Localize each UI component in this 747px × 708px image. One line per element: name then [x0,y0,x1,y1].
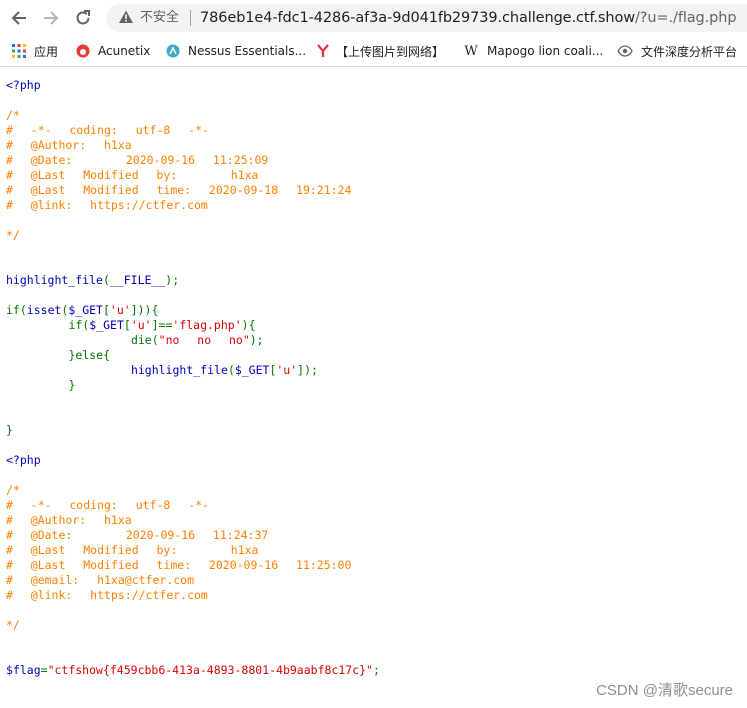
code-comment: # @Author: h1xa [6,138,132,152]
bookmark-label: 文件深度分析平台 [641,44,738,59]
code-function: highlight_file [130,363,228,377]
reload-button[interactable] [73,8,93,28]
bookmark-label: Nessus Essentials... [188,44,307,58]
wikipedia-w-icon: W [464,43,478,59]
code-string: 'u' [276,363,298,377]
code-constant: __FILE__ [109,273,166,287]
code-keyword: die [130,333,152,347]
code-comment: # @Last Modified by: h1xa [6,168,259,182]
code-comment: # -*- coding: utf-8 -*- [6,123,209,137]
code-comment: # @Date: 2020-09-16 11:25:09 [6,153,269,167]
code-comment: /* [6,483,20,497]
back-button[interactable] [9,8,29,28]
code-string: 'u' [109,303,131,317]
code-variable: $_GET [89,318,124,332]
reload-icon [76,10,90,25]
acunetix-icon [76,44,90,58]
code-string: 'u' [130,318,152,332]
url-text[interactable]: 786eb1e4-fdc1-4286-af3a-9d041fb29739.cha… [200,8,737,28]
bookmark-upload-image[interactable]: 【上传图片到网络】 [316,42,444,60]
code-variable: $_GET [234,363,270,377]
nessus-icon [166,44,180,58]
flag-variable: $flag [6,663,41,677]
flag-value: "ctfshow{f459cbb6-413a-4893-8801-4b9aabf… [47,663,373,677]
bookmark-file-analysis[interactable]: 文件深度分析平台 [617,42,737,60]
code-comment: # @Last Modified time: 2020-09-16 11:25:… [6,558,352,572]
csdn-watermark: CSDN @清歌secure [596,682,733,699]
not-secure-label[interactable]: 不安全 [140,9,179,27]
code-comment: /* [6,108,20,122]
bookmark-apps[interactable]: 应用 [12,42,58,60]
eye-icon [617,44,633,58]
browser-toolbar: 不安全 786eb1e4-fdc1-4286-af3a-9d041fb29739… [0,0,747,36]
code-comment: # @email: h1xa@ctfer.com [6,573,195,587]
forward-button[interactable] [41,8,61,28]
code-comment: # @link: https://ctfer.com [6,198,208,212]
code-comment: # @Last Modified time: 2020-09-18 19:21:… [6,183,352,197]
code-comment: */ [6,618,20,632]
code-comment: # @Date: 2020-09-16 11:24:37 [6,528,269,542]
code-keyword: if [6,303,20,317]
apps-grid-icon [12,44,26,58]
code-keyword: else [75,348,104,362]
url-path: /?u=./flag.php [635,10,737,26]
bookmark-label: 【上传图片到网络】 [336,44,445,59]
code-comment: # @link: https://ctfer.com [6,588,208,602]
code-variable: $_GET [68,303,103,317]
code-comment: # @Author: h1xa [6,513,132,527]
bookmark-label: Mapogo lion coali... [487,44,604,58]
code-comment: # -*- coding: utf-8 -*- [6,498,209,512]
bookmarks-bar: 应用 Acunetix Nessus Essentials... 【上传图片到网… [0,36,747,67]
code-function: highlight_file [6,273,103,287]
y-logo-icon [316,44,330,58]
source-code-index: <?php /* # -*- coding: utf-8 -*- # @Auth… [6,78,380,677]
code-function: isset [26,303,62,317]
bookmark-acunetix[interactable]: Acunetix [76,42,150,60]
bookmark-mapogo[interactable]: W Mapogo lion coali... [463,42,603,60]
bookmark-nessus[interactable]: Nessus Essentials... [166,42,306,60]
arrow-left-icon [11,11,26,25]
code-keyword: if [68,318,83,332]
php-open-tag: <?php [6,78,41,92]
php-open-tag: <?php [6,453,41,467]
arrow-right-icon [44,11,59,25]
address-separator [190,10,191,26]
code-comment: */ [6,228,20,242]
bookmark-label: Acunetix [98,44,151,58]
code-string: "no no no" [158,333,250,347]
url-host: 786eb1e4-fdc1-4286-af3a-9d041fb29739.cha… [200,10,636,26]
bookmark-label: 应用 [34,44,59,59]
page-content: <?php /* # -*- coding: utf-8 -*- # @Auth… [0,67,747,708]
warning-triangle-icon[interactable] [118,9,134,29]
code-comment: # @Last Modified by: h1xa [6,543,259,557]
code-string: 'flag.php' [172,318,242,332]
